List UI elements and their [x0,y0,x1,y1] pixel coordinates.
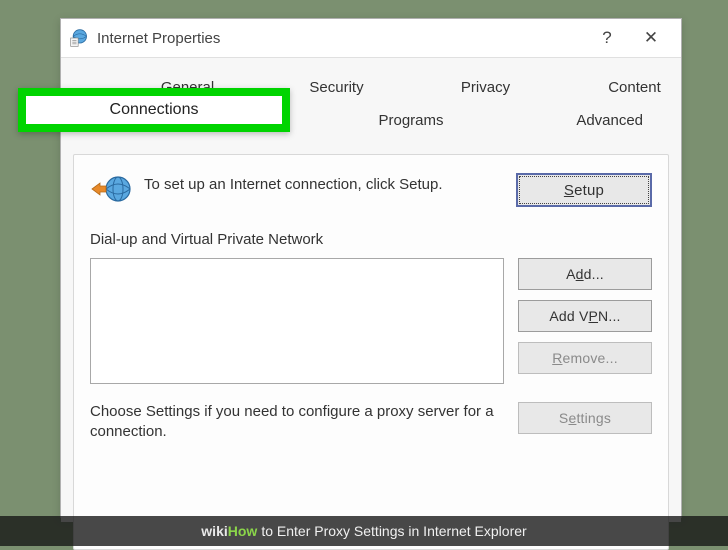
setup-text: To set up an Internet connection, click … [144,173,504,195]
connections-listbox[interactable] [90,258,504,384]
tab-privacy[interactable]: Privacy [411,72,560,103]
titlebar: Internet Properties ? ✕ [61,19,681,58]
setup-row: To set up an Internet connection, click … [90,173,652,207]
remove-button-label: Remove... [552,350,618,366]
add-button[interactable]: Add... [518,258,652,290]
vpn-button-column: Add... Add VPN... Remove... [518,258,652,374]
add-vpn-button[interactable]: Add VPN... [518,300,652,332]
window-title: Internet Properties [97,30,585,47]
wikihow-logo: wikiHow [201,523,257,539]
connection-wizard-icon [90,173,132,207]
settings-row: Choose Settings if you need to configure… [90,402,652,443]
caption-bar: wikiHow to Enter Proxy Settings in Inter… [0,516,728,546]
tab-content[interactable]: Content [560,72,709,103]
dialup-section-label: Dial-up and Virtual Private Network [90,231,652,248]
close-button[interactable]: ✕ [629,28,673,48]
remove-button: Remove... [518,342,652,374]
caption-text: to Enter Proxy Settings in Internet Expl… [261,523,526,539]
tab-programs[interactable]: Programs [312,105,511,136]
setup-button[interactable]: Setup [516,173,652,207]
settings-button-label: Settings [559,410,611,426]
help-button[interactable]: ? [585,28,629,48]
highlight-connections: Connections [18,88,290,132]
vpn-row: Add... Add VPN... Remove... [90,258,652,384]
add-button-label: Add... [566,266,604,282]
add-vpn-button-label: Add VPN... [549,308,620,324]
tab-advanced[interactable]: Advanced [510,105,709,136]
internet-options-icon [69,28,89,48]
tab-connections[interactable]: Connections [26,96,282,124]
connections-panel: To set up an Internet connection, click … [73,154,669,550]
settings-text: Choose Settings if you need to configure… [90,402,504,443]
setup-button-label: Setup [564,182,604,199]
settings-button: Settings [518,402,652,434]
